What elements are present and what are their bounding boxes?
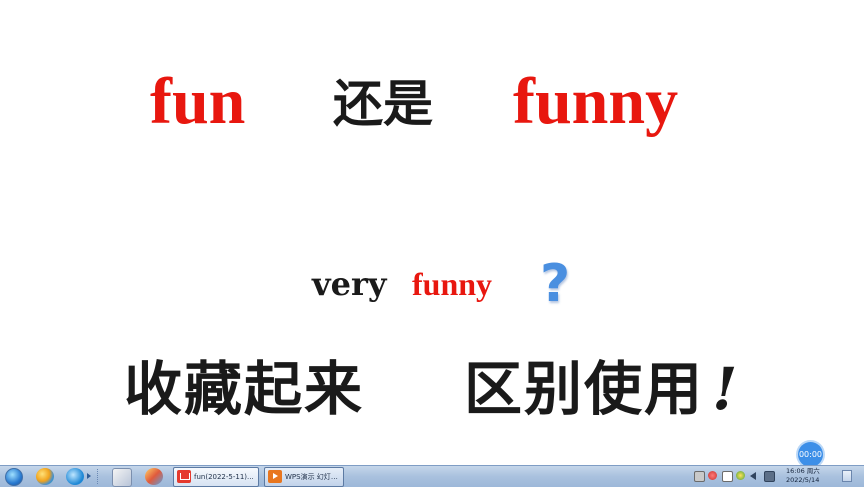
network-icon[interactable] bbox=[736, 471, 745, 480]
recording-timer-badge[interactable]: 00:00 bbox=[798, 442, 823, 467]
question-mark-icon: ? bbox=[540, 254, 571, 314]
taskbar-item-wps-writer[interactable]: fun(2022-5-11)... bbox=[173, 467, 259, 487]
title-connector: 还是 bbox=[333, 74, 433, 133]
colorful-ball-icon[interactable] bbox=[36, 468, 54, 485]
title-word-fun: fun bbox=[150, 65, 246, 138]
bottom-text-left: 收藏起来 bbox=[124, 355, 365, 423]
task-label: fun(2022-5-11)... bbox=[194, 473, 254, 481]
paint-icon[interactable] bbox=[145, 468, 163, 485]
document-icon[interactable] bbox=[722, 471, 733, 482]
taskbar-divider bbox=[97, 469, 100, 484]
keyboard-icon[interactable] bbox=[764, 471, 775, 482]
title-word-funny: funny bbox=[513, 65, 679, 138]
show-desktop-button[interactable] bbox=[842, 470, 852, 482]
wps-writer-icon bbox=[177, 470, 191, 483]
subtitle-word-very: very bbox=[312, 265, 387, 303]
taskbar: fun(2022-5-11)... WPS演示 幻灯片... 16:06 周六 … bbox=[0, 465, 864, 487]
tool-icon[interactable] bbox=[112, 468, 132, 487]
clock-time: 16:06 周六 bbox=[786, 467, 820, 475]
clock[interactable]: 16:06 周六 2022/5/14 bbox=[786, 466, 830, 488]
clock-date: 2022/5/14 bbox=[786, 476, 820, 484]
subtitle-word-funny: funny bbox=[412, 266, 493, 302]
windows-orb-icon bbox=[5, 468, 23, 486]
task-label: WPS演示 幻灯片... bbox=[285, 473, 341, 481]
exclamation-mark: ! bbox=[712, 355, 738, 423]
bottom-text-right: 区别使用 bbox=[464, 355, 705, 423]
subtitle-row: very funny ? bbox=[0, 254, 864, 314]
bottom-row: 收藏起来 区别使用 ! bbox=[0, 352, 864, 428]
volume-icon[interactable] bbox=[750, 472, 756, 480]
action-center-icon[interactable] bbox=[694, 471, 705, 482]
antivirus-icon[interactable] bbox=[708, 471, 717, 480]
taskbar-item-wps-presentation[interactable]: WPS演示 幻灯片... bbox=[264, 467, 344, 487]
start-button[interactable] bbox=[2, 466, 24, 487]
chevron-right-icon[interactable] bbox=[87, 473, 91, 479]
title-row: fun 还是 funny bbox=[0, 62, 864, 142]
internet-explorer-icon[interactable] bbox=[66, 468, 84, 485]
wps-presentation-icon bbox=[268, 470, 282, 483]
presentation-slide: fun 还是 funny very funny ? 收藏起来 区别使用 ! bbox=[0, 0, 864, 465]
